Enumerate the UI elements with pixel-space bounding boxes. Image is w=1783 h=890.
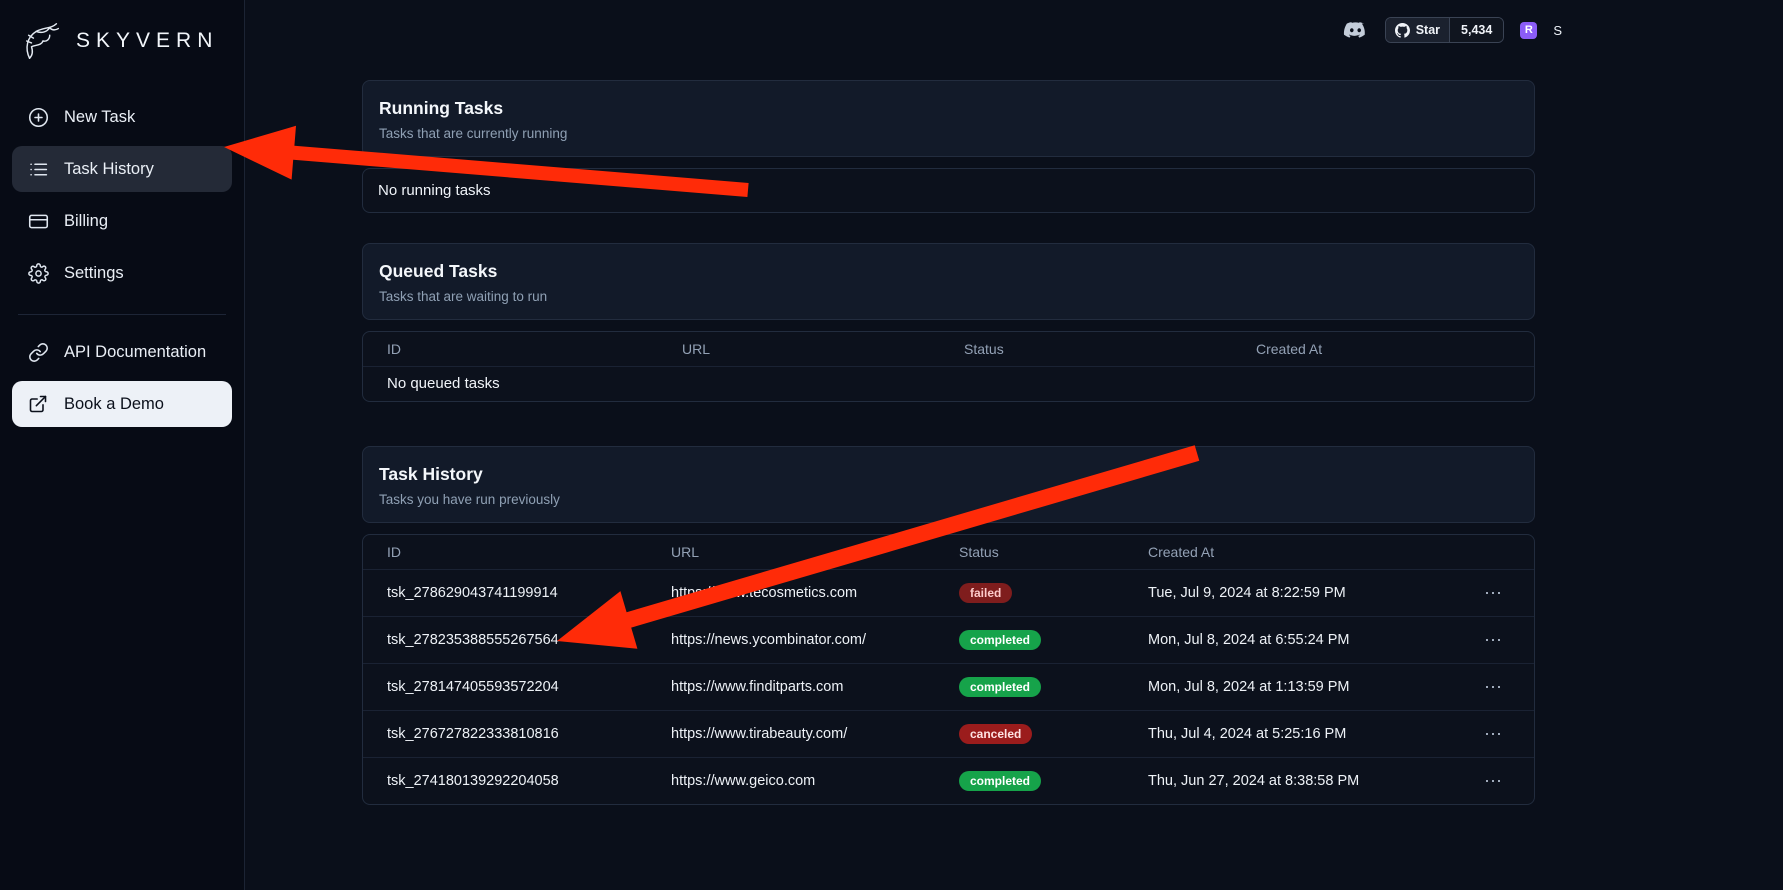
task-url: https://www.tirabeauty.com/ (671, 726, 959, 742)
task-id: tsk_278235388555267564 (387, 632, 671, 648)
sidebar-item-label: Settings (64, 264, 124, 283)
section-subtitle: Tasks that are waiting to run (379, 289, 1518, 304)
column-header-status: Status (959, 544, 1148, 560)
task-history-section: Task History Tasks you have run previous… (362, 446, 1535, 805)
row-actions-button[interactable]: ⋯ (1448, 770, 1510, 793)
external-link-icon (27, 393, 49, 415)
row-actions-button[interactable]: ⋯ (1448, 676, 1510, 699)
task-url: https://news.ycombinator.com/ (671, 632, 959, 648)
queued-tasks-section: Queued Tasks Tasks that are waiting to r… (362, 243, 1535, 402)
sidebar-item-billing[interactable]: Billing (12, 198, 232, 244)
table-row[interactable]: tsk_278147405593572204 https://www.findi… (363, 663, 1534, 710)
plus-circle-icon (27, 106, 49, 128)
column-header-id: ID (387, 341, 682, 357)
sidebar-item-label: New Task (64, 108, 135, 127)
row-actions-button[interactable]: ⋯ (1448, 723, 1510, 746)
running-tasks-empty: No running tasks (362, 168, 1535, 213)
row-actions-button[interactable]: ⋯ (1448, 582, 1510, 605)
column-header-url: URL (671, 544, 959, 560)
sidebar-item-api-documentation[interactable]: API Documentation (12, 329, 232, 375)
running-tasks-header: Running Tasks Tasks that are currently r… (362, 80, 1535, 157)
task-url: https://www.geico.com (671, 773, 959, 789)
section-title: Task History (379, 464, 1518, 485)
content: Running Tasks Tasks that are currently r… (245, 60, 1783, 805)
topbar-cutoff-text: S (1553, 23, 1562, 38)
skyvern-dragon-icon (20, 18, 66, 64)
section-title: Running Tasks (379, 98, 1518, 119)
github-star-widget[interactable]: Star 5,434 (1385, 17, 1505, 43)
column-header-status: Status (964, 341, 1256, 357)
task-url: https://www.finditparts.com (671, 679, 959, 695)
section-title: Queued Tasks (379, 261, 1518, 282)
status-badge: canceled (959, 724, 1032, 744)
task-id: tsk_278629043741199914 (387, 585, 671, 601)
column-header-id: ID (387, 544, 671, 560)
github-star-label: Star (1416, 23, 1440, 37)
task-created-at: Mon, Jul 8, 2024 at 6:55:24 PM (1148, 632, 1448, 648)
task-created-at: Thu, Jul 4, 2024 at 5:25:16 PM (1148, 726, 1448, 742)
queued-tasks-header: Queued Tasks Tasks that are waiting to r… (362, 243, 1535, 320)
main-area: Star 5,434 R S Running Tasks Tasks that … (245, 0, 1783, 890)
table-row[interactable]: tsk_274180139292204058 https://www.geico… (363, 757, 1534, 804)
status-badge: failed (959, 583, 1012, 603)
sidebar-item-label: Task History (64, 160, 154, 179)
task-history-header: Task History Tasks you have run previous… (362, 446, 1535, 523)
queued-tasks-empty: No queued tasks (363, 366, 1534, 401)
github-star-count: 5,434 (1449, 18, 1503, 42)
section-subtitle: Tasks you have run previously (379, 492, 1518, 507)
section-subtitle: Tasks that are currently running (379, 126, 1518, 141)
table-row[interactable]: tsk_278629043741199914 https://www.tecos… (363, 569, 1534, 616)
sidebar-item-new-task[interactable]: New Task (12, 94, 232, 140)
running-tasks-section: Running Tasks Tasks that are currently r… (362, 80, 1535, 213)
brand-logo[interactable]: SKYVERN (12, 14, 232, 88)
task-created-at: Thu, Jun 27, 2024 at 8:38:58 PM (1148, 773, 1448, 789)
credit-card-icon (27, 210, 49, 232)
app-window: SKYVERN New Task Task History Billing Se (0, 0, 1783, 890)
task-created-at: Mon, Jul 8, 2024 at 1:13:59 PM (1148, 679, 1448, 695)
task-history-table: ID URL Status Created At tsk_27862904374… (362, 534, 1535, 805)
github-icon (1395, 23, 1410, 38)
sidebar-item-book-a-demo[interactable]: Book a Demo (12, 381, 232, 427)
task-id: tsk_276727822333810816 (387, 726, 671, 742)
sidebar-item-settings[interactable]: Settings (12, 250, 232, 296)
status-badge: completed (959, 677, 1041, 697)
gear-icon (27, 262, 49, 284)
sidebar-item-task-history[interactable]: Task History (12, 146, 232, 192)
brand-name: SKYVERN (76, 29, 218, 53)
avatar[interactable]: R (1520, 22, 1537, 39)
sidebar-item-label: Billing (64, 212, 108, 231)
link-icon (27, 341, 49, 363)
table-row[interactable]: tsk_276727822333810816 https://www.tirab… (363, 710, 1534, 757)
table-header-row: ID URL Status Created At (363, 535, 1534, 569)
column-header-url: URL (682, 341, 964, 357)
task-id: tsk_274180139292204058 (387, 773, 671, 789)
discord-icon[interactable] (1342, 17, 1369, 44)
queued-tasks-table: ID URL Status Created At No queued tasks (362, 331, 1535, 402)
status-badge: completed (959, 630, 1041, 650)
status-badge: completed (959, 771, 1041, 791)
list-icon (27, 158, 49, 180)
sidebar: SKYVERN New Task Task History Billing Se (0, 0, 245, 890)
sidebar-item-label: Book a Demo (64, 395, 164, 414)
column-header-created-at: Created At (1148, 544, 1448, 560)
table-row[interactable]: tsk_278235388555267564 https://news.ycom… (363, 616, 1534, 663)
topbar: Star 5,434 R S (245, 0, 1783, 60)
task-created-at: Tue, Jul 9, 2024 at 8:22:59 PM (1148, 585, 1448, 601)
sidebar-item-label: API Documentation (64, 343, 206, 362)
task-url: https://www.tecosmetics.com (671, 585, 959, 601)
column-header-created-at: Created At (1256, 341, 1510, 357)
task-id: tsk_278147405593572204 (387, 679, 671, 695)
row-actions-button[interactable]: ⋯ (1448, 629, 1510, 652)
sidebar-divider (18, 314, 226, 315)
table-header-row: ID URL Status Created At (363, 332, 1534, 366)
